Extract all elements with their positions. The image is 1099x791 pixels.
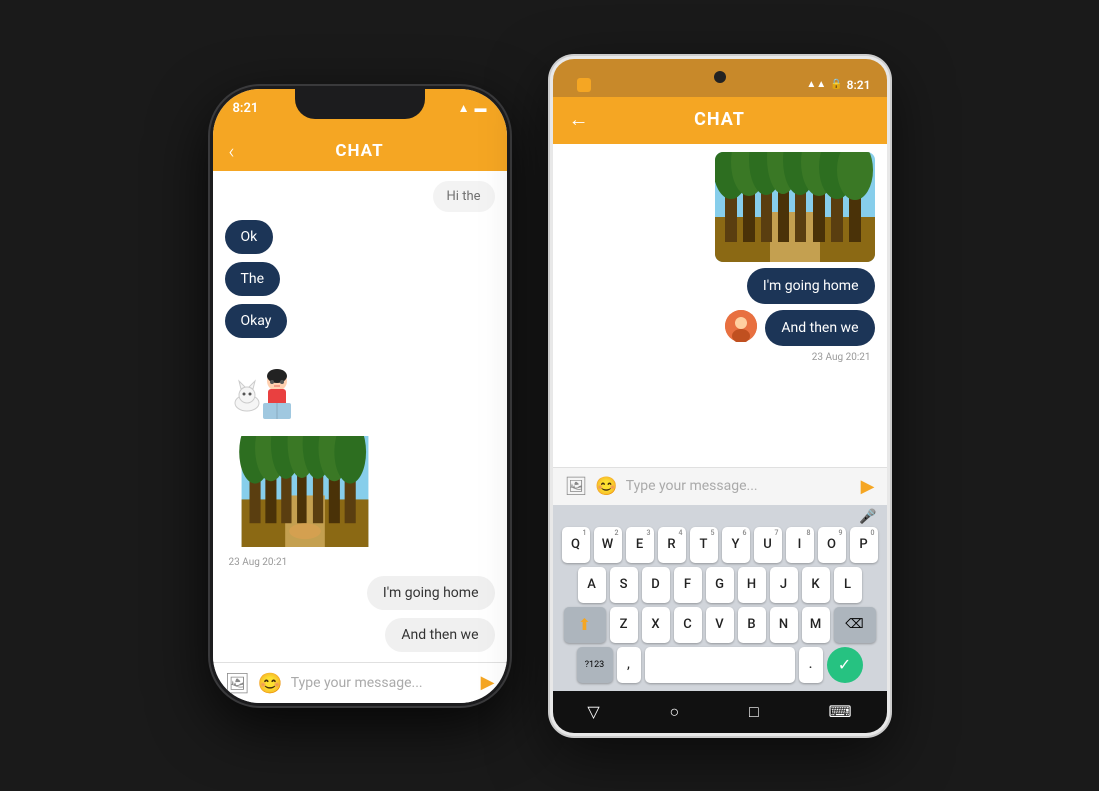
android-image-icon[interactable]: 🖼 <box>565 476 588 497</box>
list-item: And then we <box>385 618 494 652</box>
android-header: ← CHAT <box>553 97 887 144</box>
avatar-svg <box>725 310 757 342</box>
keyboard-row-3: ⬆ Z X C V B N M ⌫ <box>555 607 885 643</box>
avatar <box>725 310 757 342</box>
ios-message-input[interactable]: Type your message... <box>291 675 473 691</box>
key-i[interactable]: 8I <box>786 527 814 563</box>
num-switch-key[interactable]: ?123 <box>577 647 613 683</box>
android-back-button[interactable]: ← <box>569 107 589 132</box>
keyboard-row-1: 1Q 2W 3E 4R 5T 6Y 7U 8I 9O 0P <box>555 527 885 563</box>
key-a[interactable]: A <box>578 567 606 603</box>
ios-chat-title: CHAT <box>335 141 383 161</box>
android-input-bar: 🖼 😊 Type your message... ▶ <box>553 467 887 505</box>
keyboard-send-key[interactable]: ✓ <box>827 647 863 683</box>
keyboard-row-2: A S D F G H J K L <box>555 567 885 603</box>
shift-key[interactable]: ⬆ <box>564 607 606 643</box>
delete-key[interactable]: ⌫ <box>834 607 876 643</box>
ios-input-bar: 🖼 😊 Type your message... ▶ <box>213 662 507 703</box>
key-h[interactable]: H <box>738 567 766 603</box>
key-b[interactable]: B <box>738 607 766 643</box>
android-msg-with-avatar: And then we <box>565 310 875 346</box>
key-t[interactable]: 5T <box>690 527 718 563</box>
ios-chat-body: Hi the Ok The Okay <box>213 171 507 662</box>
phones-container: 8:21 ▲ ▬ ‹ CHAT Hi the Ok The Okay <box>190 36 910 756</box>
key-g[interactable]: G <box>706 567 734 603</box>
mic-icon[interactable]: 🎤 <box>859 509 876 525</box>
wifi-icon: ▲ <box>458 101 470 115</box>
ios-forest-image <box>225 436 385 547</box>
android-send-button[interactable]: ▶ <box>861 476 875 497</box>
list-item: The <box>225 262 281 296</box>
key-s[interactable]: S <box>610 567 638 603</box>
ios-phone: 8:21 ▲ ▬ ‹ CHAT Hi the Ok The Okay <box>210 86 510 706</box>
ios-header: ‹ CHAT <box>213 133 507 171</box>
ios-status-bar: 8:21 ▲ ▬ <box>213 89 507 133</box>
key-v[interactable]: V <box>706 607 734 643</box>
battery-icon: ▬ <box>475 101 487 115</box>
ios-status-icons: ▲ ▬ <box>458 101 487 115</box>
emoji-icon[interactable]: 😊 <box>258 671 283 695</box>
list-item: I'm going home <box>367 576 495 610</box>
ios-sticker <box>225 351 305 421</box>
key-e[interactable]: 3E <box>626 527 654 563</box>
image-icon[interactable]: 🖼 <box>225 671 250 695</box>
android-message-input[interactable]: Type your message... <box>626 478 853 494</box>
key-y[interactable]: 6Y <box>722 527 750 563</box>
android-timestamp: 23 Aug 20:21 <box>808 352 875 363</box>
signal-icon: ▲▲ <box>806 79 826 90</box>
android-camera <box>714 71 726 83</box>
ios-status-time: 8:21 <box>233 101 259 116</box>
key-q[interactable]: 1Q <box>562 527 590 563</box>
forest-svg <box>225 436 385 547</box>
sticker-svg <box>225 351 305 421</box>
android-keyboard: 🎤 1Q 2W 3E 4R 5T 6Y 7U 8I 9O 0P A <box>553 505 887 691</box>
android-chat-title: CHAT <box>605 109 835 130</box>
nav-keyboard-icon[interactable]: ⌨ <box>829 702 852 721</box>
key-c[interactable]: C <box>674 607 702 643</box>
android-nav-bar: ▽ ○ □ ⌨ <box>553 691 887 733</box>
android-forest-image <box>715 152 875 262</box>
keyboard-mic-row: 🎤 <box>555 509 885 527</box>
key-k[interactable]: K <box>802 567 830 603</box>
list-item: Ok <box>225 220 274 254</box>
list-item: I'm going home <box>747 268 875 304</box>
ios-notch <box>295 89 425 119</box>
key-u[interactable]: 7U <box>754 527 782 563</box>
key-period[interactable]: . <box>799 647 823 683</box>
space-key[interactable] <box>645 647 795 683</box>
nav-home-icon[interactable]: ○ <box>670 702 680 722</box>
key-r[interactable]: 4R <box>658 527 686 563</box>
keyboard-row-4: ?123 , . ✓ <box>555 647 885 683</box>
key-w[interactable]: 2W <box>594 527 622 563</box>
key-z[interactable]: Z <box>610 607 638 643</box>
android-emoji-icon[interactable]: 😊 <box>595 476 617 497</box>
android-status-icons: ▲▲ 🔒 8:21 <box>806 64 870 92</box>
key-m[interactable]: M <box>802 607 830 643</box>
nav-back-icon[interactable]: ▽ <box>587 702 599 721</box>
key-o[interactable]: 9O <box>818 527 846 563</box>
android-forest-svg <box>715 152 875 262</box>
key-comma[interactable]: , <box>617 647 641 683</box>
key-f[interactable]: F <box>674 567 702 603</box>
ios-back-button[interactable]: ‹ <box>229 139 235 163</box>
key-x[interactable]: X <box>642 607 670 643</box>
list-item: Okay <box>225 304 288 338</box>
list-item: Hi the <box>433 181 495 212</box>
android-phone: ▲▲ 🔒 8:21 ← CHAT <box>550 56 890 736</box>
key-p[interactable]: 0P <box>850 527 878 563</box>
ios-send-button[interactable]: ▶ <box>481 672 495 693</box>
lock-icon: 🔒 <box>830 79 842 90</box>
android-chat-body: I'm going home And then we 23 Aug 20:21 <box>553 144 887 467</box>
android-app-icon <box>577 78 591 92</box>
list-item: And then we <box>765 310 874 346</box>
ios-timestamp: 23 Aug 20:21 <box>225 557 288 568</box>
key-d[interactable]: D <box>642 567 670 603</box>
android-status-time: 8:21 <box>847 78 871 92</box>
key-j[interactable]: J <box>770 567 798 603</box>
key-n[interactable]: N <box>770 607 798 643</box>
nav-recent-icon[interactable]: □ <box>749 702 759 722</box>
key-l[interactable]: L <box>834 567 862 603</box>
